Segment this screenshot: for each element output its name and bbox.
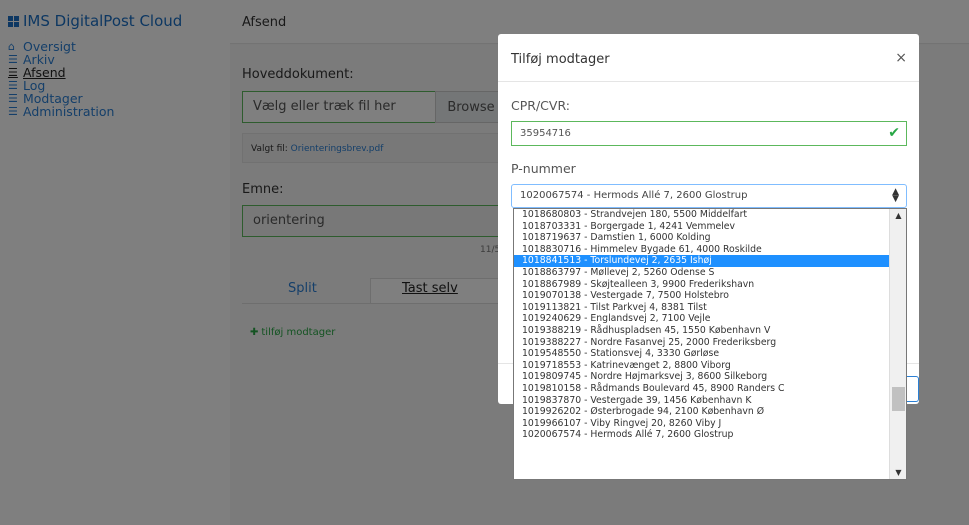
dropdown-option[interactable]: 1019070138 - Vestergade 7, 7500 Holstebr… [514,290,906,302]
dropdown-option[interactable]: 1019240629 - Englandsvej 2, 7100 Vejle [514,313,906,325]
check-icon: ✔ [888,125,900,141]
scroll-thumb[interactable] [892,387,905,411]
dropdown-option[interactable]: 1018703331 - Borgergade 1, 4241 Vemmelev [514,221,906,233]
scroll-up-icon[interactable]: ▲ [890,211,906,220]
dropdown-option[interactable]: 1018867989 - Skøjtealleen 3, 9900 Freder… [514,279,906,291]
dropdown-option[interactable]: 1018680803 - Strandvejen 180, 5500 Midde… [514,209,906,221]
modal-title: Tilføj modtager [511,52,610,67]
p-number-selected: 1020067574 - Hermods Allé 7, 2600 Glostr… [520,190,748,201]
dropdown-option[interactable]: 1019810158 - Rådmands Boulevard 45, 8900… [514,383,906,395]
p-number-dropdown[interactable]: 1018680803 - Strandvejen 180, 5500 Midde… [513,208,907,480]
close-icon[interactable]: × [895,50,907,66]
modal-header: Tilføj modtager × [498,34,919,82]
dropdown-option[interactable]: 1018830716 - Himmelev Bygade 61, 4000 Ro… [514,244,906,256]
dropdown-option[interactable]: 1019966107 - Viby Ringvej 20, 8260 Viby … [514,418,906,430]
cpr-value: 35954716 [520,128,571,139]
dropdown-option[interactable]: 1018863797 - Møllevej 2, 5260 Odense S [514,267,906,279]
dropdown-option[interactable]: 1020067574 - Hermods Allé 7, 2600 Glostr… [514,429,906,441]
p-number-select[interactable]: 1020067574 - Hermods Allé 7, 2600 Glostr… [511,184,907,208]
p-number-label: P-nummer [511,161,576,176]
dropdown-option[interactable]: 1019718553 - Katrinevænget 2, 8800 Vibor… [514,360,906,372]
dropdown-option[interactable]: 1019388227 - Nordre Fasanvej 25, 2000 Fr… [514,337,906,349]
dropdown-option[interactable]: 1019113821 - Tilst Parkvej 4, 8381 Tilst [514,302,906,314]
dropdown-option[interactable]: 1018841513 - Torslundevej 2, 2635 Ishøj [514,255,906,267]
cpr-input[interactable]: 35954716 ✔ [511,121,907,146]
cpr-label: CPR/CVR: [511,98,570,113]
scrollbar[interactable]: ▲ ▼ [889,209,906,479]
dropdown-option[interactable]: 1018719637 - Damstien 1, 6000 Kolding [514,232,906,244]
dropdown-option[interactable]: 1019926202 - Østerbrogade 94, 2100 Køben… [514,406,906,418]
scroll-down-icon[interactable]: ▼ [890,468,906,477]
dropdown-option[interactable]: 1019548550 - Stationsvej 4, 3330 Gørløse [514,348,906,360]
option-list: 1018680803 - Strandvejen 180, 5500 Midde… [514,209,906,441]
dropdown-option[interactable]: 1019388219 - Rådhuspladsen 45, 1550 Købe… [514,325,906,337]
select-arrows-icon: ▲ ▼ [892,187,899,204]
dropdown-option[interactable]: 1019837870 - Vestergade 39, 1456 Københa… [514,395,906,407]
dropdown-option[interactable]: 1019809745 - Nordre Højmarksvej 3, 8600 … [514,371,906,383]
